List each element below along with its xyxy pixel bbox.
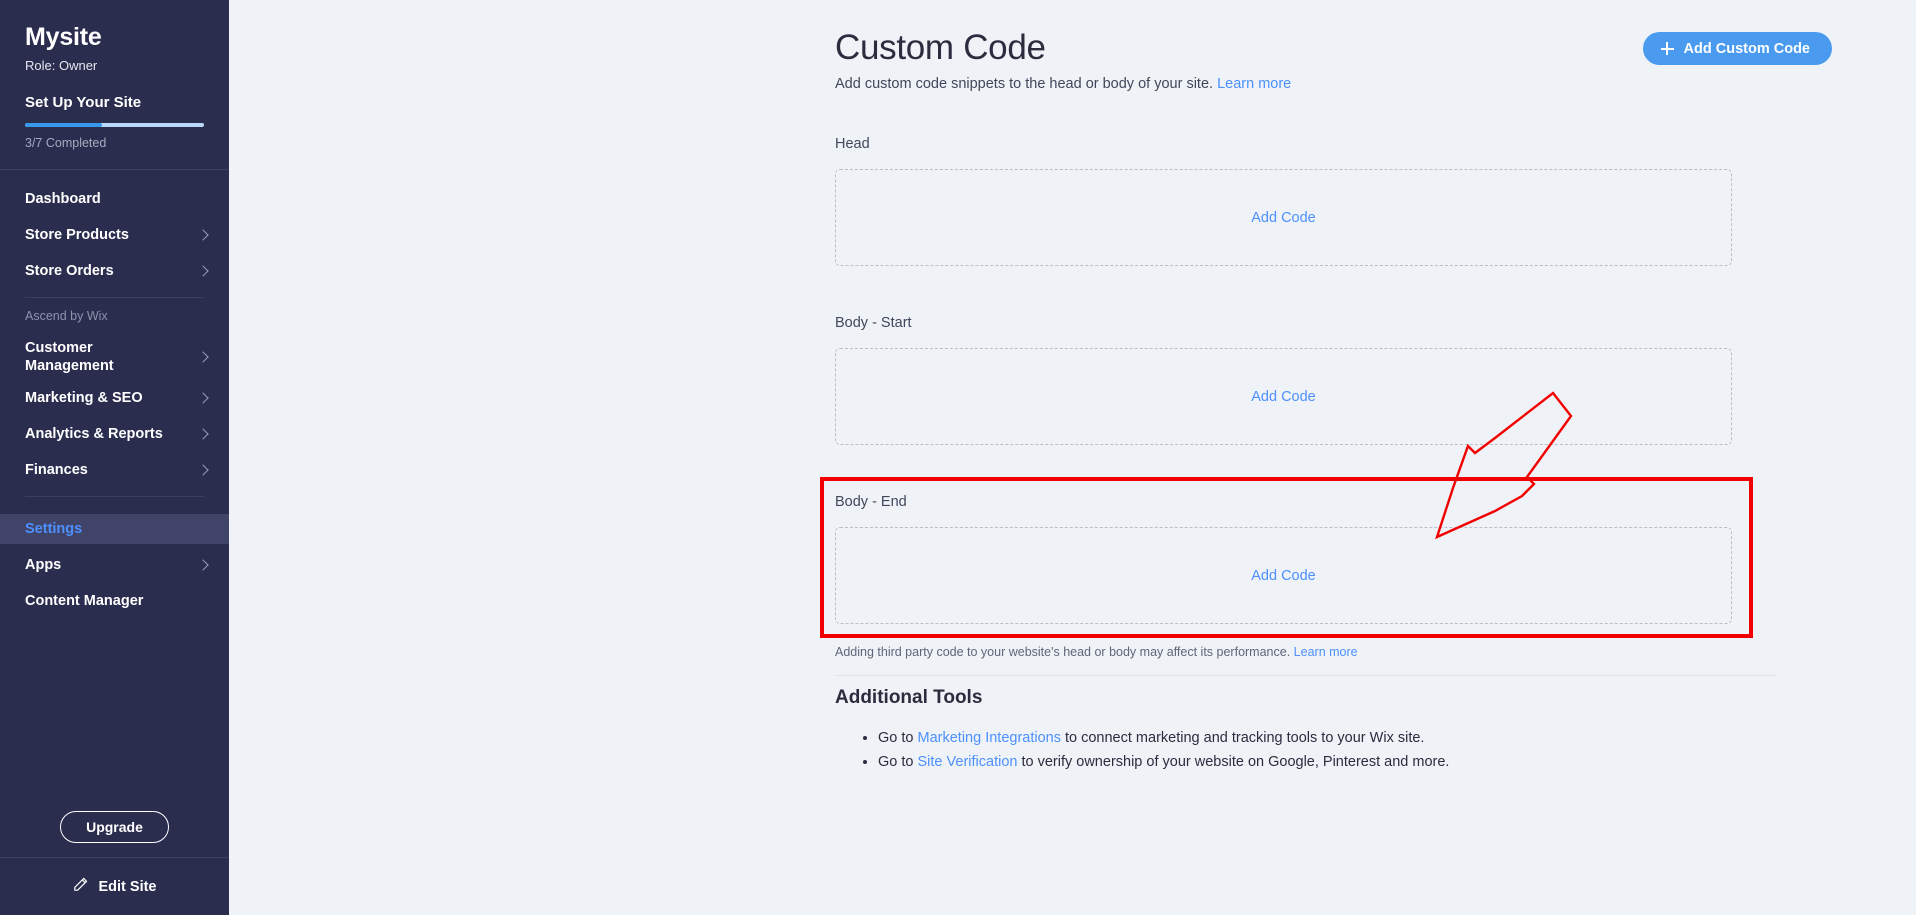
sidebar-item-label: Customer Management: [25, 340, 114, 374]
bullet-pre-text: Go to: [878, 730, 918, 746]
main-content: Custom Code Add custom code snippets to …: [229, 0, 1916, 915]
section-body-start: Body - Start Add Code: [835, 314, 1732, 445]
section-body-end: Body - End Add Code: [835, 493, 1732, 624]
setup-your-site-title[interactable]: Set Up Your Site: [25, 94, 204, 112]
sidebar-item-customer-management[interactable]: Customer Management: [0, 335, 229, 379]
sidebar-header: Mysite Role: Owner Set Up Your Site 3/7 …: [0, 0, 229, 151]
page-title: Custom Code: [835, 28, 1046, 67]
list-item: Go to Site Verification to verify owners…: [878, 750, 1449, 774]
sidebar-item-content-manager[interactable]: Content Manager: [0, 586, 229, 616]
sidebar-item-label: Store Products: [25, 227, 129, 243]
setup-progress-bar: [25, 123, 204, 127]
performance-note-text: Adding third party code to your website'…: [835, 645, 1291, 659]
sidebar-item-finances[interactable]: Finances: [0, 455, 229, 485]
sidebar-nav-primary: Dashboard Store Products Store Orders: [0, 170, 229, 286]
note-divider: [835, 675, 1777, 676]
bullet-link[interactable]: Site Verification: [918, 754, 1018, 770]
add-code-box-body-start[interactable]: Add Code: [835, 348, 1732, 445]
upgrade-button[interactable]: Upgrade: [60, 811, 169, 843]
site-title: Mysite: [25, 23, 102, 51]
sidebar-item-analytics-reports[interactable]: Analytics & Reports: [0, 419, 229, 449]
chevron-right-icon: [197, 428, 209, 440]
learn-more-link-note[interactable]: Learn more: [1294, 645, 1358, 659]
app-root: Mysite Role: Owner Set Up Your Site 3/7 …: [0, 0, 1916, 915]
section-body-end-label: Body - End: [835, 494, 907, 510]
sidebar-item-store-products[interactable]: Store Products: [0, 220, 229, 250]
sidebar-item-label: Finances: [25, 462, 88, 478]
chevron-right-icon: [197, 265, 209, 277]
sidebar-item-label: Dashboard: [25, 191, 101, 207]
learn-more-link-top[interactable]: Learn more: [1217, 76, 1291, 92]
list-item: Go to Marketing Integrations to connect …: [878, 726, 1449, 750]
add-code-label-head: Add Code: [1251, 209, 1316, 226]
add-code-label-body-start: Add Code: [1251, 388, 1316, 405]
bullet-post-text: to verify ownership of your website on G…: [1017, 754, 1450, 770]
sidebar-item-label: Store Orders: [25, 263, 114, 279]
sidebar-item-apps[interactable]: Apps: [0, 550, 229, 580]
section-head: Head Add Code: [835, 135, 1732, 266]
page-subtitle-text: Add custom code snippets to the head or …: [835, 76, 1214, 92]
sidebar-item-label: Apps: [25, 557, 62, 573]
performance-note: Adding third party code to your website'…: [835, 645, 1358, 659]
add-code-label-body-end: Add Code: [1251, 567, 1316, 584]
additional-tools-list: Go to Marketing Integrations to connect …: [835, 726, 1449, 774]
sidebar-nav-settings: Settings Apps Content Manager: [0, 508, 229, 616]
add-custom-code-label: Add Custom Code: [1683, 40, 1810, 57]
sidebar: Mysite Role: Owner Set Up Your Site 3/7 …: [0, 0, 229, 915]
chevron-right-icon: [197, 392, 209, 404]
chevron-right-icon: [197, 229, 209, 241]
sidebar-item-settings[interactable]: Settings: [0, 514, 229, 544]
sidebar-nav-ascend: Customer Management Marketing & SEO Analyt…: [0, 324, 229, 485]
edit-site-label: Edit Site: [98, 878, 157, 895]
setup-progress-label: 3/7 Completed: [25, 136, 107, 150]
pencil-icon: [72, 876, 89, 898]
sidebar-item-store-orders[interactable]: Store Orders: [0, 256, 229, 286]
section-head-label: Head: [835, 136, 870, 152]
bullet-post-text: to connect marketing and tracking tools …: [1060, 730, 1425, 746]
sidebar-item-label: Marketing & SEO: [25, 390, 143, 406]
bullet-link[interactable]: Marketing Integrations: [918, 730, 1061, 746]
sidebar-divider-1: [25, 297, 204, 298]
chevron-right-icon: [197, 351, 209, 363]
sidebar-item-marketing-seo[interactable]: Marketing & SEO: [0, 383, 229, 413]
bullet-pre-text: Go to: [878, 754, 918, 770]
add-code-box-body-end[interactable]: Add Code: [835, 527, 1732, 624]
upgrade-area: Upgrade: [0, 811, 229, 843]
sidebar-item-label: Analytics & Reports: [25, 426, 163, 442]
chevron-right-icon: [197, 464, 209, 476]
sidebar-item-label: Content Manager: [25, 593, 144, 609]
sidebar-item-dashboard[interactable]: Dashboard: [0, 184, 229, 214]
edit-site-button[interactable]: Edit Site: [0, 857, 229, 915]
sidebar-item-label: Settings: [25, 521, 83, 537]
page-subtitle: Add custom code snippets to the head or …: [835, 76, 1291, 92]
setup-progress-fill: [25, 123, 102, 127]
plus-icon: [1660, 42, 1674, 55]
add-custom-code-button[interactable]: Add Custom Code: [1642, 32, 1832, 65]
sidebar-divider-2: [25, 496, 204, 497]
additional-tools-title: Additional Tools: [835, 687, 983, 708]
sidebar-section-label-ascend: Ascend by Wix: [25, 309, 108, 323]
site-role: Role: Owner: [25, 58, 98, 73]
custom-code-page: Custom Code Add custom code snippets to …: [229, 0, 1916, 915]
add-code-box-head[interactable]: Add Code: [835, 169, 1732, 266]
chevron-right-icon: [197, 559, 209, 571]
section-body-start-label: Body - Start: [835, 315, 912, 331]
